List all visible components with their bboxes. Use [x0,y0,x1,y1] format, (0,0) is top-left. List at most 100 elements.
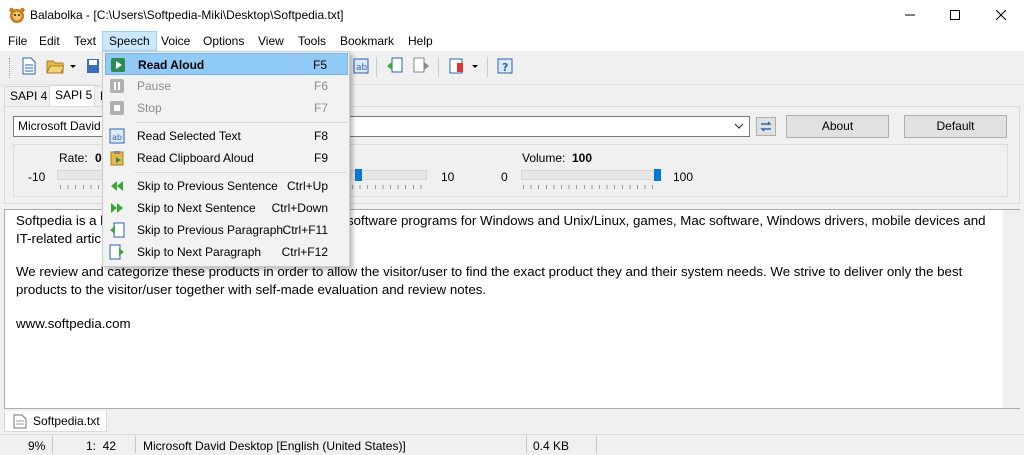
rate-ticks [60,185,102,189]
skip-previous-toolbar-icon[interactable] [386,57,404,75]
file-tab[interactable]: Softpedia.txt [4,411,107,432]
volume-ticks [523,185,659,189]
pitch-slider-thumb[interactable] [355,169,362,181]
menu-item-shortcut: F8 [313,129,328,143]
menu-item-shortcut: Ctrl+Up [286,179,328,193]
save-icon[interactable] [86,57,100,75]
menu-item-read-aloud[interactable]: Read Aloud F5 [105,53,348,75]
volume-slider[interactable] [521,170,661,180]
svg-text:?: ? [502,61,508,74]
status-voice: Microsoft David Desktop [English (United… [143,439,406,453]
menu-item-label: Read Clipboard Aloud [137,151,254,165]
svg-text:ab: ab [356,63,368,73]
menu-item-shortcut: F7 [313,101,328,115]
menu-item-label: Pause [137,79,172,93]
chevron-down-icon[interactable] [732,119,746,133]
menu-item-shortcut: Ctrl+Down [271,201,328,215]
default-button[interactable]: Default [904,115,1007,138]
bookmark-toolbar-icon[interactable] [448,57,466,75]
read-selected-icon: ab [109,128,125,144]
menu-item-label: Skip to Next Sentence [137,201,256,215]
menu-options[interactable]: Options [197,33,250,51]
menu-tools[interactable]: Tools [292,33,332,51]
tab-sapi4[interactable]: SAPI 4 [4,86,54,106]
bookmark-dropdown-icon[interactable] [470,57,480,75]
editor-paragraph-2: We review and categorize these products … [16,264,963,297]
editor-scrollbar[interactable] [1003,210,1020,408]
skip-next-toolbar-icon[interactable] [412,57,430,75]
volume-value: 100 [572,151,593,165]
help-toolbar-icon[interactable]: ? [496,57,514,75]
refresh-voices-button[interactable] [756,117,776,136]
menu-bookmark[interactable]: Bookmark [334,33,400,51]
menu-help[interactable]: Help [402,33,439,51]
rate-slider[interactable] [57,170,103,180]
menu-item-shortcut: Ctrl+F11 [282,223,328,237]
skip-back-icon [111,181,123,191]
menu-item-shortcut: F6 [313,79,328,93]
prev-paragraph-icon [110,222,125,238]
menu-item-shortcut: F9 [313,151,328,165]
menu-file[interactable]: File [2,33,33,51]
maximize-button[interactable] [932,0,978,30]
close-icon [996,10,1006,20]
pitch-ticks [352,185,426,189]
editor-line1-end: software programs for Windows and Unix/L… [347,213,986,228]
volume-max-label: 100 [673,170,694,184]
pitch-max-label: 10 [441,170,455,184]
svg-text:ab: ab [112,133,122,142]
stop-icon [110,101,124,115]
menu-edit[interactable]: Edit [33,33,66,51]
menu-item-read-clipboard[interactable]: Read Clipboard Aloud F9 [105,147,348,169]
volume-label: Volume: [522,151,566,165]
menu-item-read-selected[interactable]: ab Read Selected Text F8 [105,125,348,147]
menu-item-stop[interactable]: Stop F7 [105,97,348,119]
menu-bar: File Edit Text Speech Voice Options View… [0,30,1024,51]
tab-sapi5[interactable]: SAPI 5 [49,85,99,107]
minimize-icon [905,14,915,16]
new-document-icon[interactable] [20,57,38,75]
minimize-button[interactable] [887,0,933,30]
menu-text[interactable]: Text [68,33,102,51]
status-zoom: 9% [28,439,46,453]
menu-item-label: Skip to Previous Paragraph [137,223,284,237]
open-dropdown-icon[interactable] [68,57,78,75]
menu-item-skip-next-paragraph[interactable]: Skip to Next Paragraph Ctrl+F12 [105,241,348,263]
play-icon [111,58,125,72]
pause-icon [110,79,124,93]
menu-item-label: Read Aloud [138,58,205,72]
menu-item-skip-prev-paragraph[interactable]: Skip to Previous Paragraph Ctrl+F11 [105,219,348,241]
close-button[interactable] [978,0,1024,30]
refresh-icon [760,121,772,132]
window-title: Balabolka - [C:\Users\Softpedia-Miki\Des… [30,8,344,22]
menu-item-label: Stop [137,101,162,115]
menu-separator [135,172,347,173]
menu-speech[interactable]: Speech [102,31,157,51]
menu-item-label: Skip to Previous Sentence [137,179,278,193]
status-divider [526,436,527,453]
menu-item-skip-prev-sentence[interactable]: Skip to Previous Sentence Ctrl+Up [105,175,348,197]
menu-view[interactable]: View [252,33,290,51]
rate-min-label: -10 [28,170,46,184]
file-tab-bar [0,410,1024,434]
menu-item-pause[interactable]: Pause F6 [105,75,348,97]
title-bar: Balabolka - [C:\Users\Softpedia-Miki\Des… [0,0,1024,30]
rate-value: 0 [95,151,102,165]
speech-menu: Read Aloud F5 Pause F6 Stop F7 ab Read S… [102,51,350,267]
status-divider [135,436,136,453]
menu-item-shortcut: F5 [312,58,327,72]
menu-item-shortcut: Ctrl+F12 [281,245,328,259]
read-selected-toolbar-icon[interactable]: ab [352,57,370,75]
volume-min-label: 0 [501,170,508,184]
menu-item-skip-next-sentence[interactable]: Skip to Next Sentence Ctrl+Down [105,197,348,219]
status-position: 1: 42 [86,439,117,453]
status-divider [52,436,53,453]
rate-label: Rate: [59,151,88,165]
menu-voice[interactable]: Voice [155,33,196,51]
status-divider [596,436,597,453]
open-folder-icon[interactable] [46,57,64,75]
document-icon [13,414,27,429]
volume-slider-thumb[interactable] [654,169,661,181]
about-button[interactable]: About [786,115,889,138]
app-logo-icon [9,7,25,23]
